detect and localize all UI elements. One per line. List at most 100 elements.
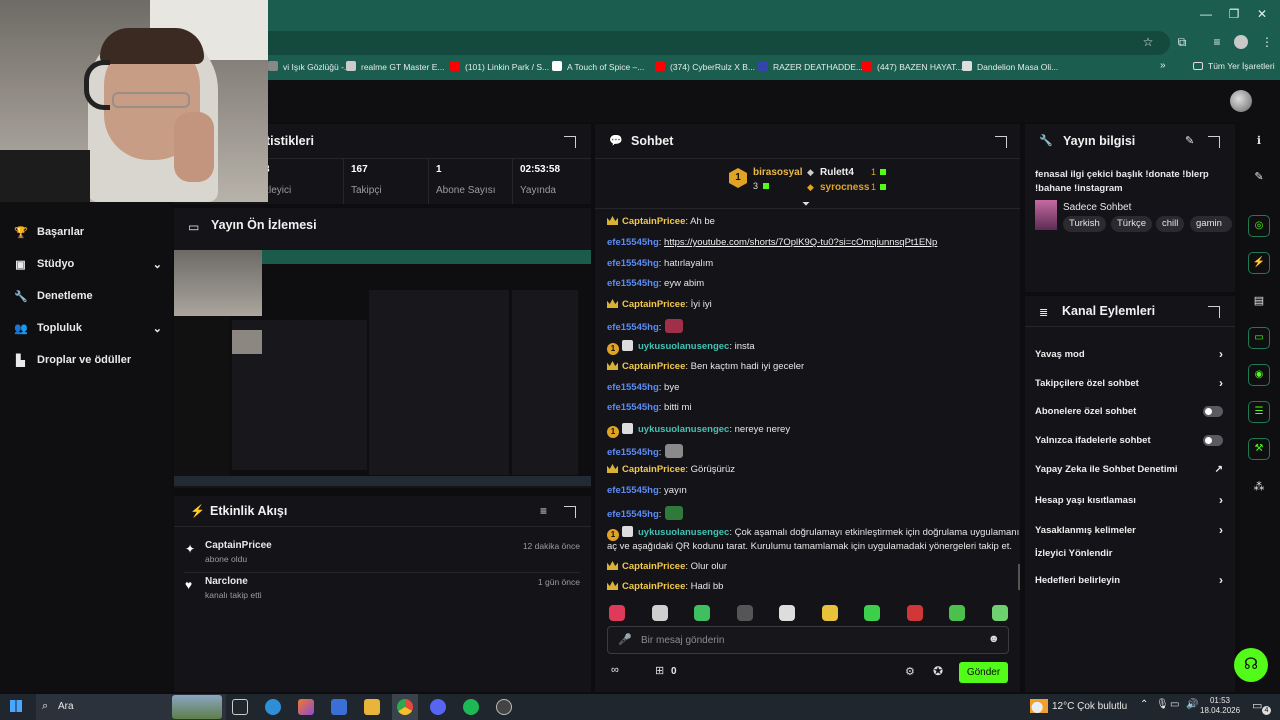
chat-username[interactable]: CaptainPricee: [622, 216, 685, 227]
document-icon[interactable]: ▤: [1248, 290, 1270, 312]
quick-emote-icon[interactable]: [651, 605, 668, 621]
settings-icon[interactable]: ⚙: [905, 665, 915, 678]
popout-icon[interactable]: [1208, 306, 1220, 318]
popout-icon[interactable]: [995, 136, 1007, 148]
apps-icon[interactable]: ⁂: [1248, 476, 1270, 498]
copilot-icon[interactable]: [298, 699, 314, 715]
bookmark-item[interactable]: realme GT Master E...: [346, 61, 444, 72]
nav-item[interactable]: 👥 Topluluk ⌄: [14, 318, 162, 338]
event-user[interactable]: Narclone: [205, 576, 248, 587]
emote-icon[interactable]: [665, 506, 684, 520]
chat-input[interactable]: 🎤 Bir mesaj gönderin ☻: [607, 626, 1009, 654]
mic-tray-icon[interactable]: 🎙: [1156, 699, 1169, 710]
stream-tag[interactable]: Turkish: [1063, 216, 1106, 232]
emoji-icon[interactable]: ☻: [988, 633, 1000, 645]
emote-icon[interactable]: [665, 444, 684, 458]
task-view-icon[interactable]: [232, 699, 248, 715]
bookmark-item[interactable]: RAZER DEATHADDE...: [758, 61, 863, 72]
popout-icon[interactable]: [564, 506, 576, 518]
stream-tag[interactable]: Türkçe: [1111, 216, 1153, 232]
channel-action[interactable]: İzleyici Yönlendir: [1035, 548, 1223, 559]
chat-username[interactable]: uykusuolanusengec: [638, 424, 729, 435]
chat-message[interactable]: efe15545hg: bitti mi: [607, 402, 692, 413]
quick-emote-icon[interactable]: [694, 605, 710, 621]
chat-username[interactable]: efe15545hg: [607, 402, 659, 413]
toggle-switch[interactable]: [1203, 435, 1223, 446]
target-icon[interactable]: ◎: [1248, 215, 1270, 237]
chat-username[interactable]: efe15545hg: [607, 237, 659, 248]
category-name[interactable]: Sadece Sohbet: [1063, 202, 1131, 213]
chat-message[interactable]: efe15545hg:: [607, 319, 684, 333]
chat-link[interactable]: https://youtube.com/shorts/7OplK9Q-tu0?s…: [664, 237, 937, 248]
stream-preview-video[interactable]: [174, 250, 591, 486]
profile-avatar[interactable]: [1234, 35, 1248, 49]
store-icon[interactable]: [331, 699, 347, 715]
chevron-right-icon[interactable]: ›: [1219, 523, 1223, 537]
chat-username[interactable]: efe15545hg: [607, 485, 659, 496]
layout-icon[interactable]: ☰: [1248, 401, 1270, 423]
chat-username[interactable]: efe15545hg: [607, 322, 659, 333]
chat-username[interactable]: efe15545hg: [607, 258, 659, 269]
chat-username[interactable]: uykusuolanusengec: [638, 341, 729, 352]
chat-message[interactable]: efe15545hg: hatırlayalım: [607, 258, 713, 269]
menu-icon[interactable]: ⋮: [1255, 34, 1279, 50]
chat-message[interactable]: efe15545hg:: [607, 444, 684, 458]
nav-item[interactable]: 🔧 Denetleme: [14, 286, 162, 306]
quick-emote-icon[interactable]: [864, 605, 880, 621]
weather-text[interactable]: 12°C Çok bulutlu: [1052, 701, 1127, 712]
network-icon[interactable]: ▭: [1170, 699, 1179, 710]
clock-time[interactable]: 01:53: [1206, 696, 1230, 705]
chat-message[interactable]: 1 uykusuolanusengec: nereye nerey: [607, 423, 790, 438]
volume-icon[interactable]: 🔊: [1186, 699, 1198, 710]
chat-message[interactable]: efe15545hg: eyw abim: [607, 278, 704, 289]
search-box[interactable]: ⌕ Ara: [36, 694, 226, 720]
toggle-switch[interactable]: [1203, 406, 1223, 417]
chat-message[interactable]: CaptainPricee: Ah be: [607, 216, 715, 227]
chat-username[interactable]: efe15545hg: [607, 278, 659, 289]
chat-message[interactable]: efe15545hg: https://youtube.com/shorts/7…: [607, 237, 937, 248]
send-button[interactable]: Gönder: [959, 662, 1008, 683]
chat-message[interactable]: CaptainPricee: Görüşürüz: [607, 464, 735, 475]
chat-username[interactable]: CaptainPricee: [622, 561, 685, 572]
nav-item[interactable]: ▙ Droplar ve ödüller: [14, 350, 162, 370]
chat-username[interactable]: efe15545hg: [607, 447, 659, 458]
chevron-right-icon[interactable]: ›: [1219, 573, 1223, 587]
chat-message[interactable]: efe15545hg:: [607, 506, 684, 520]
restore-icon[interactable]: ❐: [1222, 6, 1246, 22]
top-user-1[interactable]: birasosyal: [753, 167, 802, 178]
tray-chevron-icon[interactable]: ⌃: [1140, 699, 1148, 710]
popout-icon[interactable]: [564, 136, 576, 148]
quick-emote-icon[interactable]: [991, 605, 1008, 621]
obs-icon[interactable]: [496, 699, 512, 715]
emote-picker-icon[interactable]: ✪: [933, 664, 943, 678]
info-icon[interactable]: ℹ: [1248, 130, 1270, 152]
chat-message[interactable]: 1 uykusuolanusengec: insta: [607, 340, 755, 355]
channel-action[interactable]: Hesap yaşı kısıtlaması ›: [1035, 493, 1223, 507]
chat-username[interactable]: CaptainPricee: [622, 299, 685, 310]
activity-event[interactable]: ✦ CaptainPricee abone oldu 12 dakika önce: [174, 538, 591, 573]
chat-username[interactable]: CaptainPricee: [622, 581, 685, 592]
channel-action[interactable]: Yasaklanmış kelimeler ›: [1035, 523, 1223, 537]
chevron-right-icon[interactable]: ›: [1219, 493, 1223, 507]
chat-message[interactable]: 1 uykusuolanusengec: Çok aşamalı doğrulam…: [607, 526, 1019, 541]
top-user-3[interactable]: syrocness: [820, 182, 869, 193]
bolt-icon[interactable]: ⚡: [1248, 252, 1270, 274]
chat-message[interactable]: CaptainPricee: Hadi bb: [607, 581, 723, 592]
explorer-icon[interactable]: [364, 699, 380, 715]
stream-tag[interactable]: chill: [1156, 216, 1185, 232]
chat-message[interactable]: efe15545hg: yayın: [607, 485, 687, 496]
chevron-down-icon[interactable]: ⌄: [153, 258, 162, 271]
bookmark-item[interactable]: (447) BAZEN HAYAT...: [862, 61, 963, 72]
broadcast-icon[interactable]: ◉: [1248, 364, 1270, 386]
quick-emote-icon[interactable]: [609, 605, 625, 621]
channel-action[interactable]: Takipçilere özel sohbet ›: [1035, 376, 1223, 390]
edge-icon[interactable]: [265, 699, 281, 715]
chat-username[interactable]: CaptainPricee: [622, 464, 685, 475]
chat-username[interactable]: uykusuolanusengec: [638, 527, 729, 538]
chat-message[interactable]: efe15545hg: bye: [607, 382, 679, 393]
bookmark-item[interactable]: (101) Linkin Park / S...: [450, 61, 549, 72]
quick-emote-icon[interactable]: [949, 605, 965, 621]
user-avatar[interactable]: [1230, 90, 1252, 112]
popout-icon[interactable]: [1208, 136, 1220, 148]
windows-start-icon[interactable]: [10, 700, 22, 712]
